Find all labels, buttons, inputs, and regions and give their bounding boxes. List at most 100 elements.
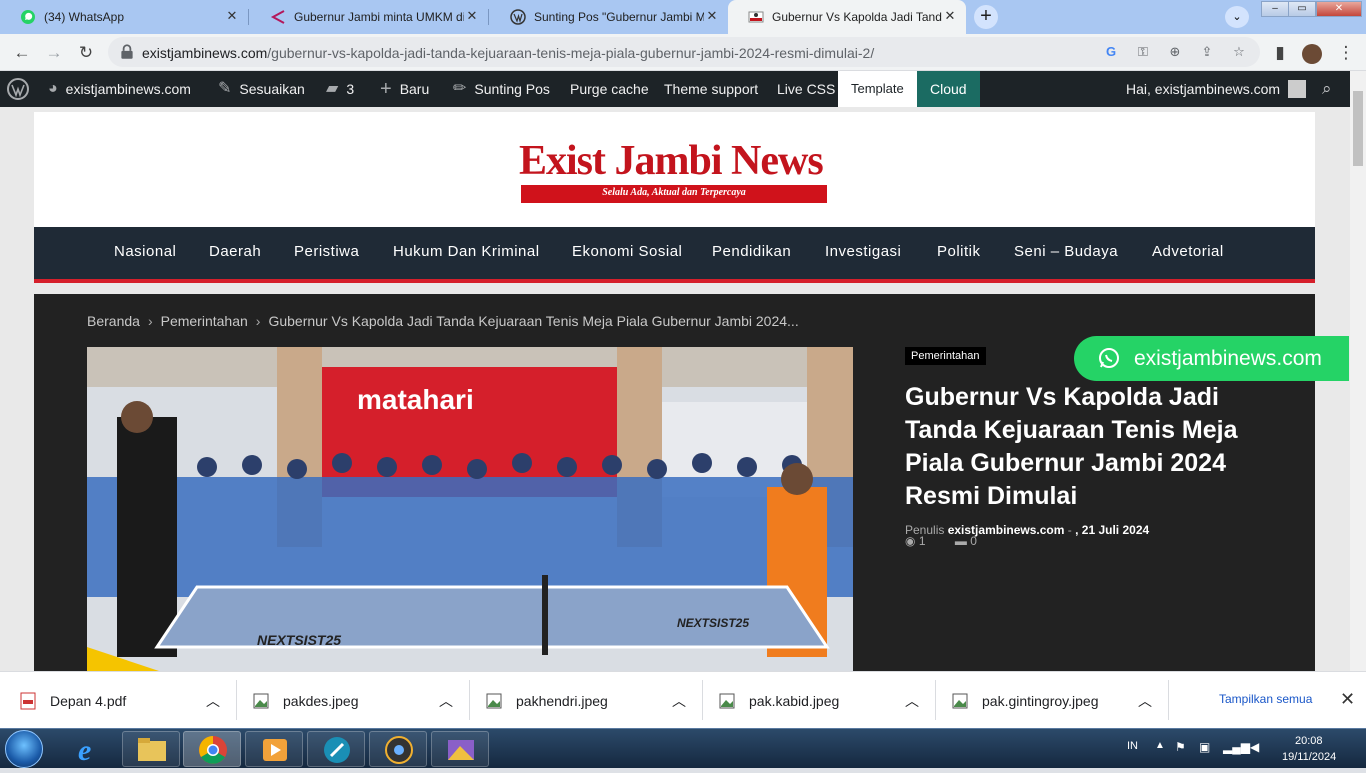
- language-indicator[interactable]: IN: [1127, 740, 1138, 752]
- page-scrollbar[interactable]: [1350, 71, 1366, 671]
- wp-template-link[interactable]: Template: [838, 71, 917, 107]
- forward-icon[interactable]: →: [42, 41, 66, 65]
- download-item[interactable]: pak.gintingroy.jpeg: [952, 672, 1098, 729]
- image-app-icon[interactable]: [431, 731, 489, 767]
- video-app-icon[interactable]: [369, 731, 427, 767]
- key-icon[interactable]: ⚿: [1134, 43, 1152, 61]
- tray-device-icon[interactable]: ▣: [1199, 740, 1210, 754]
- tab-title: (34) WhatsApp: [44, 10, 125, 24]
- tab-divider: [488, 9, 489, 25]
- reload-icon[interactable]: ↻: [74, 41, 98, 65]
- network-icon[interactable]: ▂▄▆: [1223, 740, 1250, 754]
- address-bar[interactable]: existjambinews.com/gubernur-vs-kapolda-j…: [108, 37, 1260, 67]
- nav-politik[interactable]: Politik: [937, 227, 981, 279]
- close-tab-icon[interactable]: ✕: [464, 8, 480, 24]
- wp-live-css-link[interactable]: Live CSS: [777, 71, 835, 107]
- shortcut-app-icon[interactable]: [307, 731, 365, 767]
- wp-purge-cache-link[interactable]: Purge cache: [570, 71, 649, 107]
- tab-divider: [248, 9, 249, 25]
- media-player-icon[interactable]: [245, 731, 303, 767]
- wp-theme-support-link[interactable]: Theme support: [664, 71, 758, 107]
- clock-date[interactable]: 19/11/2024: [1282, 751, 1336, 763]
- wp-customize-label: Sesuaikan: [239, 81, 305, 97]
- wp-new-link[interactable]: + Baru: [380, 71, 429, 107]
- tab-sunting-pos[interactable]: Sunting Pos "Gubernur Jambi Mi ✕: [490, 0, 728, 34]
- file-explorer-icon[interactable]: [122, 731, 180, 767]
- download-item[interactable]: pakhendri.jpeg: [486, 672, 608, 729]
- close-icon[interactable]: ✕: [1340, 689, 1355, 710]
- close-window-button[interactable]: ✕: [1316, 1, 1362, 17]
- zoom-icon[interactable]: ⊕: [1166, 43, 1184, 61]
- volume-icon[interactable]: ◀: [1250, 740, 1259, 754]
- nav-hukum-dan-kriminal[interactable]: Hukum Dan Kriminal: [393, 227, 540, 279]
- nav-ekonomi-sosial[interactable]: Ekonomi Sosial: [572, 227, 682, 279]
- views-count: 1: [918, 534, 926, 548]
- main-navigation: Nasional Daerah Peristiwa Hukum Dan Krim…: [34, 227, 1315, 283]
- tab-search-button[interactable]: ⌄: [1225, 6, 1249, 28]
- nav-investigasi[interactable]: Investigasi: [825, 227, 901, 279]
- download-divider: [236, 680, 237, 720]
- wp-edit-post-link[interactable]: ✏ Sunting Pos: [453, 71, 550, 107]
- start-button[interactable]: [5, 730, 43, 768]
- nav-nasional[interactable]: Nasional: [114, 227, 176, 279]
- download-item[interactable]: pak.kabid.jpeg: [719, 672, 839, 729]
- breadcrumb-home[interactable]: Beranda: [87, 313, 140, 329]
- clock-time[interactable]: 20:08: [1295, 735, 1323, 747]
- close-tab-icon[interactable]: ✕: [224, 8, 240, 24]
- tab-gubernur-umkm[interactable]: Gubernur Jambi minta UMKM di ✕: [250, 0, 488, 34]
- download-item[interactable]: Depan 4.pdf: [20, 672, 126, 729]
- tab-whatsapp[interactable]: (34) WhatsApp ✕: [0, 0, 248, 34]
- category-badge[interactable]: Pemerintahan: [905, 347, 986, 365]
- nav-seni-budaya[interactable]: Seni – Budaya: [1014, 227, 1118, 279]
- wp-admin-bar: ◕ existjambinews.com ✎ Sesuaikan ▰ 3 + Baru …: [0, 71, 1366, 107]
- site-logo[interactable]: Exist Jambi News Selalu Ada, Aktual dan …: [519, 137, 829, 205]
- share-icon[interactable]: ⇪: [1198, 43, 1216, 61]
- tab-gubernur-vs-kapolda[interactable]: Gubernur Vs Kapolda Jadi Tanda ✕: [728, 0, 966, 34]
- post-title: Gubernur Vs Kapolda Jadi Tanda Kejuaraan…: [905, 383, 1238, 510]
- image-file-icon: [253, 693, 269, 708]
- wp-customize-link[interactable]: ✎ Sesuaikan: [218, 71, 305, 107]
- featured-image[interactable]: matahari NEXTSIST25 NEXTSIST25: [87, 347, 853, 671]
- chevron-up-icon[interactable]: ︿: [905, 672, 919, 729]
- image-file-icon: [486, 693, 502, 708]
- wp-comments-link[interactable]: ▰ 3: [326, 71, 354, 107]
- google-icon[interactable]: G: [1102, 43, 1120, 61]
- comment-icon: ▬: [954, 534, 967, 548]
- wordpress-logo-icon[interactable]: [7, 71, 29, 107]
- chevron-up-icon[interactable]: ︿: [672, 672, 686, 729]
- breadcrumb-category[interactable]: Pemerintahan: [161, 313, 248, 329]
- nav-daerah[interactable]: Daerah: [209, 227, 261, 279]
- menu-kebab-icon[interactable]: ⋮: [1334, 41, 1358, 65]
- close-tab-icon[interactable]: ✕: [704, 8, 720, 24]
- show-all-downloads-link[interactable]: Tampilkan semua: [1219, 692, 1312, 706]
- tray-flag-icon[interactable]: ⚑: [1175, 740, 1186, 754]
- side-panel-icon[interactable]: ▮: [1268, 41, 1292, 65]
- lock-icon[interactable]: [118, 43, 136, 61]
- new-tab-button[interactable]: +: [974, 5, 998, 29]
- bookmark-star-icon[interactable]: ☆: [1230, 43, 1248, 61]
- chrome-icon[interactable]: [183, 731, 241, 767]
- nav-peristiwa[interactable]: Peristiwa: [294, 227, 359, 279]
- browser-tab-strip: (34) WhatsApp ✕ Gubernur Jambi minta UMK…: [0, 0, 1366, 34]
- close-tab-icon[interactable]: ✕: [942, 8, 958, 24]
- maximize-button[interactable]: ▭: [1288, 1, 1316, 17]
- nav-advetorial[interactable]: Advetorial: [1152, 227, 1224, 279]
- chevron-up-icon[interactable]: ︿: [206, 672, 220, 729]
- whatsapp-float-button[interactable]: existjambinews.com: [1074, 336, 1349, 381]
- back-icon[interactable]: ←: [10, 41, 34, 65]
- comments-count: 0: [970, 534, 977, 548]
- wp-account-link[interactable]: Hai, existjambinews.com: [1126, 71, 1307, 107]
- tray-expand-icon[interactable]: ▲: [1155, 740, 1165, 751]
- nav-pendidikan[interactable]: Pendidikan: [712, 227, 791, 279]
- internet-explorer-icon[interactable]: e: [60, 731, 118, 767]
- chevron-up-icon[interactable]: ︿: [439, 672, 453, 729]
- chevron-up-icon[interactable]: ︿: [1138, 672, 1152, 729]
- wp-site-link[interactable]: ◕ existjambinews.com: [48, 71, 191, 107]
- download-item[interactable]: pakdes.jpeg: [253, 672, 359, 729]
- wp-cloud-link[interactable]: Cloud: [917, 71, 980, 107]
- scrollbar-thumb[interactable]: [1353, 91, 1363, 166]
- profile-avatar[interactable]: [1300, 41, 1324, 65]
- site-favicon-icon: [748, 11, 764, 23]
- search-icon[interactable]: ⌕: [1322, 71, 1332, 107]
- minimize-button[interactable]: –: [1261, 1, 1289, 17]
